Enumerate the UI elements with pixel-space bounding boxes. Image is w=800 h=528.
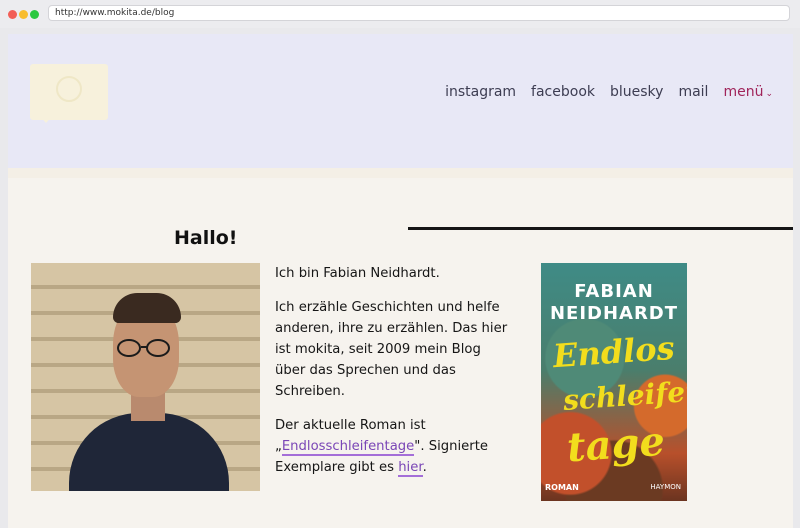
book-genre: ROMAN [545,483,579,492]
nav-menu-button[interactable]: menü ⌄ [723,84,773,100]
menu-label: menü [723,84,764,100]
portrait-glasses-left [117,339,141,357]
intro-paragraph-2: Ich erzähle Geschichten und helfe andere… [275,300,508,399]
portrait-glasses-bridge [141,346,147,348]
intro-paragraph-1: Ich bin Fabian Neidhardt. [275,266,440,281]
novel-link[interactable]: Endlosschleifentage [281,439,415,456]
section-rule [408,227,793,230]
signed-copies-link[interactable]: hier [398,460,423,477]
nav-item-instagram[interactable]: instagram [445,84,516,100]
p3-suffix: . [422,460,427,475]
intro-paragraph-3: Der aktuelle Roman ist „Endlosschleifent… [275,415,515,478]
chevron-down-icon: ⌄ [765,89,773,99]
book-title-line-2: schleifen [562,374,687,417]
portrait-body [69,413,229,491]
logo-smiley-icon [56,76,82,102]
book-title-line-3: tage [565,417,667,472]
book-title-line-1: Endlos [551,328,676,376]
portrait-hair [113,293,181,323]
portrait-glasses-right [146,339,170,357]
book-author-last: NEIDHARDT [549,303,679,324]
browser-chrome: http://www.mokita.de/blog [0,0,800,28]
close-window-icon[interactable] [8,10,17,19]
book-author-first: FABIAN [574,281,654,302]
site-header: instagram facebook bluesky mail menü ⌄ [8,34,793,168]
minimize-window-icon[interactable] [19,10,28,19]
url-bar[interactable]: http://www.mokita.de/blog [48,5,790,21]
book-cover[interactable]: FABIAN NEIDHARDT Endlos schleifen tage R… [541,263,687,501]
nav-item-bluesky[interactable]: bluesky [610,84,663,100]
intro-heading: Hallo! [174,227,238,249]
intro-text: Ich bin Fabian Neidhardt. Ich erzähle Ge… [275,263,515,491]
author-portrait [31,263,260,491]
nav-item-mail[interactable]: mail [678,84,708,100]
logo-bubble-tail-icon [38,114,54,123]
nav-item-facebook[interactable]: facebook [531,84,595,100]
maximize-window-icon[interactable] [30,10,39,19]
main-nav: instagram facebook bluesky mail menü ⌄ [445,84,773,100]
page: instagram facebook bluesky mail menü ⌄ Ha… [8,34,793,528]
header-divider-band [8,168,793,178]
book-publisher: HAYMON [650,483,681,491]
